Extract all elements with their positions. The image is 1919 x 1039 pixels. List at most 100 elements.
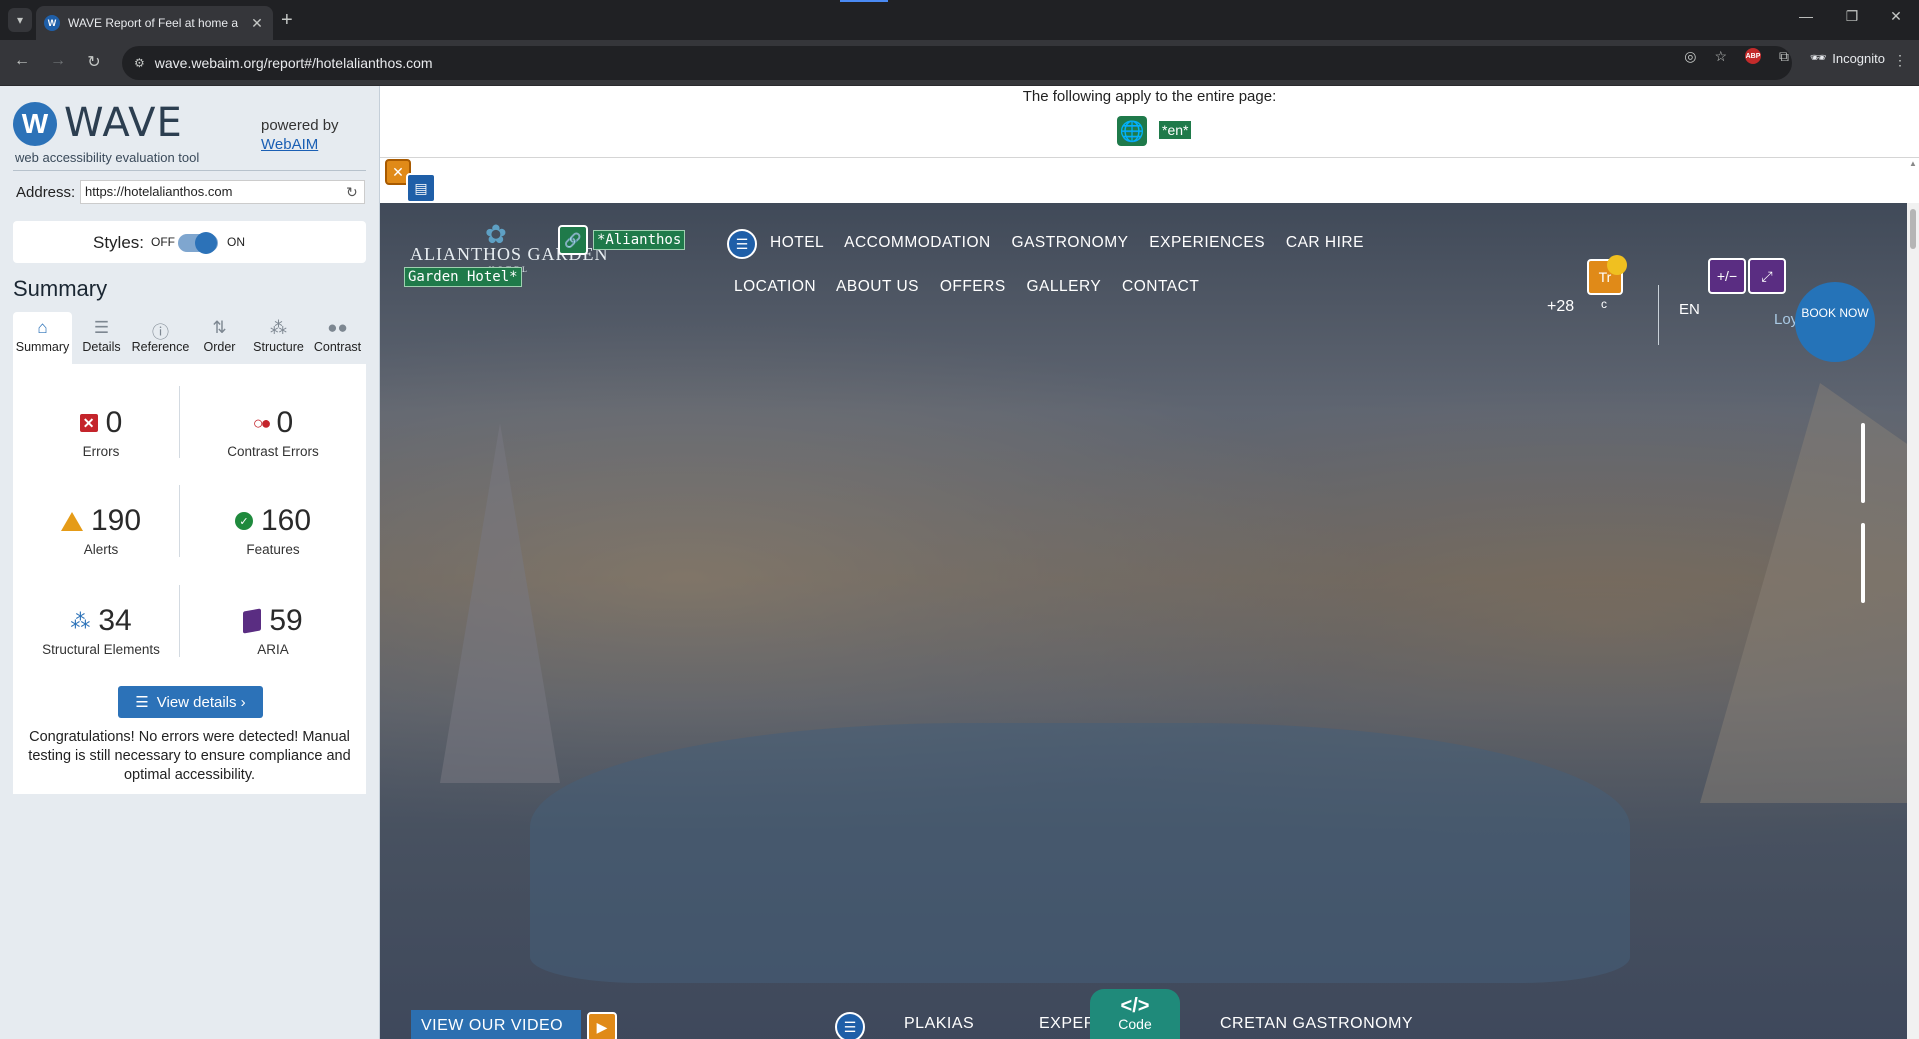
- summary-title: Summary: [13, 276, 108, 301]
- tab-order[interactable]: ⇅ Order: [190, 312, 249, 364]
- wave-tabs: ⌂ Summary ☰ Details ⓘ Reference ⇅ Order …: [13, 312, 366, 364]
- window-close-icon[interactable]: ✕: [1876, 8, 1916, 25]
- linked-image-icon[interactable]: 🔗: [558, 225, 588, 255]
- stat-contrast-errors[interactable]: ○● 0 Contrast Errors: [193, 406, 353, 459]
- slider-indicator[interactable]: [1861, 423, 1865, 503]
- view-details-button[interactable]: ☰ View details ›: [118, 686, 263, 718]
- tab-details[interactable]: ☰ Details: [72, 312, 131, 364]
- incognito-label: Incognito: [1832, 50, 1885, 66]
- tab-search-icon[interactable]: ▾: [8, 8, 32, 32]
- page-scrollbar[interactable]: [1907, 203, 1919, 1039]
- extensions-icon[interactable]: ⧉: [1779, 48, 1789, 65]
- tab-structure[interactable]: ⁂ Structure: [249, 312, 308, 364]
- nav-gallery[interactable]: GALLERY: [1027, 278, 1102, 295]
- stat-features[interactable]: ✓ 160 Features: [193, 504, 353, 557]
- nav-hotel[interactable]: HOTEL: [770, 234, 824, 251]
- styles-toggle-box: Styles: OFF ON: [13, 221, 366, 263]
- contrast-error-icon: ○●: [252, 412, 272, 433]
- errors-label: Errors: [82, 444, 120, 459]
- forward-icon[interactable]: →: [46, 52, 70, 70]
- incognito-indicator[interactable]: 🕶 Incognito: [1810, 46, 1885, 70]
- minimize-icon[interactable]: —: [1786, 8, 1826, 24]
- aria-label: ARIA: [257, 642, 289, 657]
- tooltip-dot-icon: [1607, 255, 1627, 275]
- nav-about-us[interactable]: ABOUT US: [836, 278, 919, 295]
- loading-indicator: [840, 0, 888, 2]
- structure-overlay-icon[interactable]: ▤: [406, 173, 436, 203]
- order-icon: ⇅: [212, 318, 227, 337]
- book-now-button[interactable]: BOOK NOW: [1795, 282, 1875, 362]
- nav-location[interactable]: LOCATION: [734, 278, 816, 295]
- site-info-icon[interactable]: ⚙: [134, 56, 145, 70]
- video-alert-icon[interactable]: ▶: [587, 1012, 617, 1039]
- language-globe-icon[interactable]: 🌐: [1117, 116, 1147, 146]
- wave-logo-subtitle: web accessibility evaluation tool: [15, 150, 200, 165]
- address-bar[interactable]: ⚙ wave.webaim.org/report#/hotelalianthos…: [122, 46, 1792, 80]
- stat-alerts[interactable]: 190 Alerts: [21, 504, 181, 557]
- nav-car-hire[interactable]: CAR HIRE: [1286, 234, 1364, 251]
- back-icon[interactable]: ←: [10, 52, 34, 70]
- structure-icon: ⁂: [70, 610, 91, 633]
- tab-label: Details: [82, 340, 121, 354]
- webaim-link[interactable]: WebAIM: [261, 136, 318, 153]
- browser-tab[interactable]: W WAVE Report of Feel at home a ✕: [36, 6, 273, 40]
- alerts-label: Alerts: [83, 542, 119, 557]
- code-toggle-button[interactable]: </> Code: [1090, 989, 1180, 1039]
- eye-off-icon[interactable]: ◎: [1684, 48, 1696, 65]
- mountain-shape: [440, 423, 560, 783]
- address-refresh-icon[interactable]: ↻: [346, 184, 358, 201]
- bottom-nav-plakias[interactable]: PLAKIAS: [904, 1015, 974, 1033]
- stat-structural[interactable]: ⁂ 34 Structural Elements: [21, 604, 181, 657]
- aria-expanded-icon[interactable]: ⤢: [1748, 258, 1786, 294]
- stat-aria[interactable]: 59 ARIA: [193, 604, 353, 657]
- alt-text-tag-1: *Alianthos: [593, 230, 686, 250]
- tab-close-icon[interactable]: ✕: [249, 15, 265, 32]
- powered-by: powered by WebAIM: [261, 116, 339, 154]
- new-tab-icon[interactable]: +: [281, 10, 293, 30]
- errors-count: 0: [105, 406, 123, 439]
- nav-list-icon[interactable]: ☰: [727, 229, 757, 259]
- bottom-nav-cretan-gastronomy[interactable]: CRETAN GASTRONOMY: [1220, 1015, 1413, 1033]
- features-count: 160: [260, 504, 312, 537]
- view-video-button[interactable]: VIEW OUR VIDEO: [411, 1010, 581, 1039]
- nav-experiences[interactable]: EXPERIENCES: [1149, 234, 1265, 251]
- tab-label: Summary: [15, 340, 70, 354]
- language-selector[interactable]: EN: [1679, 301, 1700, 318]
- browser-menu-icon[interactable]: ⋮: [1893, 52, 1907, 69]
- contrast-errors-label: Contrast Errors: [227, 444, 319, 459]
- features-label: Features: [246, 542, 300, 557]
- tab-label: Structure: [253, 340, 304, 354]
- bookmark-star-icon[interactable]: ☆: [1714, 48, 1727, 65]
- tab-summary[interactable]: ⌂ Summary: [13, 312, 72, 364]
- stat-errors[interactable]: ✕ 0 Errors: [21, 406, 181, 459]
- aria-overlay-icon[interactable]: +/−: [1708, 258, 1746, 294]
- apply-text: The following apply to the entire page:: [1022, 88, 1277, 105]
- nav-accommodation[interactable]: ACCOMMODATION: [844, 234, 991, 251]
- incognito-icon: 🕶: [1809, 50, 1827, 65]
- bottom-nav-exper[interactable]: EXPER: [1039, 1015, 1096, 1033]
- list-icon: ☰: [135, 694, 149, 711]
- url-text[interactable]: wave.webaim.org/report#/hotelalianthos.c…: [155, 55, 433, 71]
- tab-label: Contrast: [313, 340, 362, 354]
- website-preview: ▲ ✕ ▤ ✿ ALIANTHOS GARDEN HOTEL 🔗 *Aliant…: [380, 159, 1919, 1039]
- tab-reference[interactable]: ⓘ Reference: [131, 312, 190, 364]
- address-input[interactable]: https://hotelalianthos.com: [80, 180, 365, 204]
- scroll-up-arrow[interactable]: ▲: [1909, 159, 1917, 168]
- scroll-thumb[interactable]: [1910, 209, 1916, 249]
- nav-gastronomy[interactable]: GASTRONOMY: [1012, 234, 1129, 251]
- tab-contrast[interactable]: ●● Contrast: [308, 312, 367, 364]
- nav-contact[interactable]: CONTACT: [1122, 278, 1199, 295]
- omnibox-icons: ◎ ☆ ABP ⧉: [1684, 48, 1789, 65]
- report-content: The following apply to the entire page: …: [380, 86, 1919, 1039]
- nav-offers[interactable]: OFFERS: [940, 278, 1006, 295]
- bottom-nav-list-icon[interactable]: ☰: [835, 1012, 865, 1039]
- sidebar-divider: [13, 170, 366, 171]
- wave-logo-text: WAVE: [64, 100, 183, 146]
- reload-icon[interactable]: ↻: [82, 52, 106, 72]
- styles-label: Styles:: [93, 233, 145, 252]
- structural-count: 34: [98, 604, 132, 637]
- styles-toggle[interactable]: [178, 232, 218, 254]
- adblock-icon[interactable]: ABP: [1745, 48, 1761, 64]
- slider-indicator[interactable]: [1861, 523, 1865, 603]
- restore-icon[interactable]: ❐: [1832, 8, 1872, 25]
